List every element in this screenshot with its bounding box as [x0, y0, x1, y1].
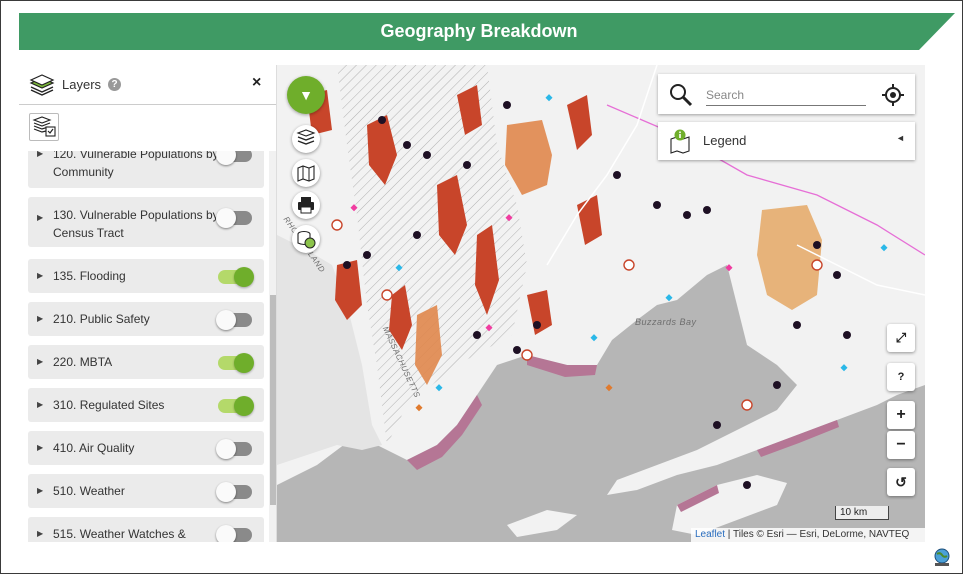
map-help-button[interactable]: ? — [887, 363, 915, 391]
reset-view-button[interactable]: ↺ — [887, 468, 915, 496]
map-view-button[interactable] — [292, 159, 320, 187]
expand-caret-icon[interactable]: ▶ — [37, 314, 43, 323]
layer-toggle[interactable] — [216, 151, 252, 165]
layers-panel-header: Layers ? × — [19, 65, 276, 105]
layer-label: 130. Vulnerable Populations by Census Tr… — [53, 208, 219, 240]
search-icon[interactable] — [668, 82, 694, 108]
layer-manager-button[interactable] — [29, 113, 59, 141]
header-banner: Geography Breakdown — [19, 13, 955, 50]
layer-label: 220. MBTA — [53, 355, 113, 369]
layer-toggle[interactable] — [218, 353, 254, 373]
layers-panel: Layers ? × ▶ 120. Vulnerable Populations… — [19, 65, 277, 542]
zoom-in-button[interactable]: + — [887, 401, 915, 429]
legend-panel[interactable]: Legend ◄ — [658, 122, 915, 160]
search-box — [658, 74, 915, 114]
layer-toggle[interactable] — [218, 267, 254, 287]
expand-caret-icon[interactable]: ▶ — [37, 529, 43, 538]
legend-map-icon — [670, 129, 690, 154]
locate-icon[interactable] — [881, 83, 905, 107]
layers-icon — [296, 129, 316, 145]
layers-panel-title: Layers — [62, 77, 102, 92]
layer-item-510[interactable]: ▶ 510. Weather — [28, 474, 264, 508]
layer-item-210[interactable]: ▶ 210. Public Safety — [28, 302, 264, 336]
close-icon[interactable]: × — [252, 74, 261, 92]
layer-item-135[interactable]: ▶ 135. Flooding — [28, 259, 264, 293]
scale-bar: 10 km — [835, 506, 889, 520]
expand-caret-icon[interactable]: ▶ — [37, 357, 43, 366]
legend-label: Legend — [703, 133, 747, 148]
layer-item-515[interactable]: ▶ 515. Weather Watches & — [28, 517, 264, 542]
basemap-layers-button[interactable] — [292, 125, 320, 153]
leaflet-link[interactable]: Leaflet — [695, 529, 725, 540]
layer-toggle[interactable] — [218, 396, 254, 416]
scrollbar-thumb[interactable] — [270, 295, 276, 505]
map-view[interactable]: Buzzards Bay RHODE ISLAND MASSACHUSETTS … — [277, 65, 925, 542]
page-title: Geography Breakdown — [380, 21, 578, 41]
layer-toggle[interactable] — [216, 310, 252, 330]
layer-toggle[interactable] — [216, 208, 252, 228]
expand-caret-icon[interactable]: ▶ — [37, 151, 43, 158]
zoom-out-button[interactable]: − — [887, 431, 915, 459]
layer-toggle[interactable] — [216, 482, 252, 502]
place-label-buzzards-bay: Buzzards Bay — [635, 317, 697, 327]
map-menu-button[interactable]: ▼ — [287, 76, 325, 114]
fullscreen-button[interactable]: ⤢ — [887, 324, 915, 352]
globe-icon[interactable] — [931, 546, 953, 568]
print-icon — [298, 197, 314, 214]
layer-label: 510. Weather — [53, 484, 125, 498]
layer-label: 310. Regulated Sites — [53, 398, 165, 412]
expand-caret-icon[interactable]: ▶ — [37, 443, 43, 452]
layer-list: ▶ 120. Vulnerable Populations by Communi… — [19, 151, 276, 542]
layer-label: 210. Public Safety — [53, 312, 150, 326]
expand-caret-icon[interactable]: ▶ — [37, 400, 43, 409]
legend-expand-icon[interactable]: ◄ — [896, 133, 905, 143]
layer-toggle[interactable] — [216, 439, 252, 459]
layer-label: 515. Weather Watches & — [53, 527, 186, 541]
expand-caret-icon[interactable]: ▶ — [37, 271, 43, 280]
layer-item-120[interactable]: ▶ 120. Vulnerable Populations by Communi… — [28, 151, 264, 188]
layer-item-130[interactable]: ▶ 130. Vulnerable Populations by Census … — [28, 197, 264, 247]
map-attribution: Leaflet | Tiles © Esri — Esri, DeLorme, … — [691, 528, 925, 542]
expand-caret-icon[interactable]: ▶ — [37, 486, 43, 495]
map-icon — [297, 165, 315, 182]
app-frame: Geography Breakdown Layers ? × ▶ 120. Vu… — [0, 0, 963, 574]
layer-label: 410. Air Quality — [53, 441, 135, 455]
attribution-text: | Tiles © Esri — Esri, DeLorme, NAVTEQ — [725, 529, 910, 540]
layer-item-220[interactable]: ▶ 220. MBTA — [28, 345, 264, 379]
help-icon[interactable]: ? — [108, 78, 121, 91]
expand-caret-icon[interactable]: ▶ — [37, 213, 43, 222]
layer-item-410[interactable]: ▶ 410. Air Quality — [28, 431, 264, 465]
layers-settings-icon — [32, 116, 56, 137]
print-button[interactable] — [292, 191, 320, 219]
layer-toggle[interactable] — [216, 525, 252, 542]
search-input[interactable] — [706, 84, 866, 106]
database-globe-icon — [297, 230, 316, 249]
layer-item-310[interactable]: ▶ 310. Regulated Sites — [28, 388, 264, 422]
layer-label: 135. Flooding — [53, 269, 126, 283]
layer-label: 120. Vulnerable Populations by Community — [53, 151, 219, 179]
layers-icon — [29, 74, 55, 96]
data-layers-button[interactable] — [292, 225, 320, 253]
